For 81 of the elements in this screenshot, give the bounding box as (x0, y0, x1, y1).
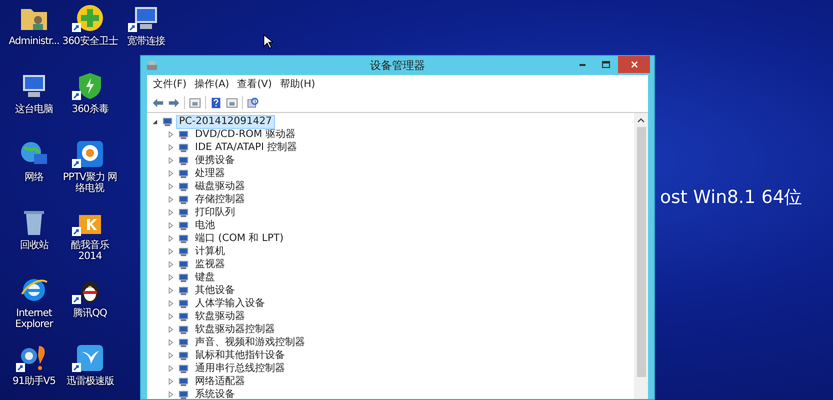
close-icon (630, 60, 638, 69)
tree-item[interactable]: 计算机 (192, 244, 228, 258)
properties-icon[interactable] (226, 96, 238, 108)
tree-item[interactable]: 打印队列 (192, 206, 238, 220)
desktop-icon-label: 宽带连接 (127, 36, 165, 47)
desktop-icon-label: 91助手V5 (12, 376, 56, 387)
device-icon (178, 363, 189, 374)
desktop-icon-label: 酷我音乐 2014 (71, 240, 109, 262)
desktop-icon-label: PPTV聚力 网 络电视 (62, 172, 118, 194)
device-icon (162, 116, 173, 127)
scrollbar-thumb[interactable] (636, 127, 646, 377)
desktop-icon-label: 迅雷极速版 (66, 376, 114, 387)
device-icon (178, 389, 189, 399)
tree-item[interactable]: 网络适配器 (192, 374, 248, 388)
menu-item[interactable]: 帮助(H) (278, 77, 318, 91)
desktop-icon-label: Internet Explorer (15, 308, 53, 330)
computer-icon (146, 60, 158, 72)
tree-item[interactable]: 端口 (COM 和 LPT) (192, 232, 287, 246)
tree-item[interactable]: PC-201412091427 (176, 114, 275, 128)
tree-item[interactable]: 鼠标和其他指针设备 (192, 348, 288, 362)
properties-icon[interactable] (189, 96, 201, 108)
tree-item[interactable]: 磁盘驱动器 (192, 180, 248, 194)
device-icon (178, 259, 189, 270)
tree-item[interactable]: 软盘驱动器 (192, 310, 248, 324)
forward-arrow-icon[interactable] (168, 96, 180, 108)
tree-item[interactable]: 监视器 (192, 258, 228, 272)
tree-item[interactable]: IDE ATA/ATAPI 控制器 (192, 140, 300, 154)
device-icon (178, 168, 189, 179)
expand-arrow-icon[interactable] (151, 118, 158, 125)
device-icon (178, 272, 189, 283)
desktop-icon-label: 腾讯QQ (73, 308, 107, 319)
tree-item[interactable]: 其他设备 (192, 284, 238, 298)
scrollbar[interactable] (634, 113, 648, 399)
tree-item[interactable]: 便携设备 (192, 154, 238, 168)
device-icon (178, 246, 189, 257)
device-icon (178, 324, 189, 335)
scan-icon[interactable] (247, 96, 259, 108)
desktop-icon-label: 360安全卫士 (62, 36, 118, 47)
tree-item[interactable]: 软盘驱动器控制器 (192, 322, 278, 336)
tree-item[interactable]: 电池 (192, 218, 218, 232)
tree-item[interactable]: 存储控制器 (192, 192, 248, 206)
tree-item[interactable]: 键盘 (192, 270, 218, 284)
device-icon (178, 181, 189, 192)
device-icon (178, 194, 189, 205)
device-icon (178, 285, 189, 296)
menu-item[interactable]: 操作(A) (192, 77, 232, 91)
help-icon[interactable] (210, 96, 222, 108)
tree-item[interactable]: DVD/CD-ROM 驱动器 (192, 128, 298, 142)
device-icon (178, 311, 189, 322)
desktop-icon-label: Administr... (8, 36, 60, 47)
wallpaper-text: ost Win8.1 64位 (660, 186, 802, 209)
desktop-icon-label: 网络 (24, 172, 44, 183)
device-icon (178, 129, 189, 140)
device-icon (178, 350, 189, 361)
plus-circle-icon[interactable] (74, 2, 106, 34)
menu-item[interactable]: 查看(V) (235, 77, 274, 91)
window-title: 设备管理器 (370, 58, 425, 73)
device-icon (178, 207, 189, 218)
desktop-icon-label: 回收站 (20, 240, 48, 251)
device-icon (178, 298, 189, 309)
close-button[interactable] (618, 56, 650, 73)
tree-item[interactable]: 声音、视频和游戏控制器 (192, 336, 308, 350)
desktop-icon-label: 这台电脑 (15, 104, 53, 115)
tree-item[interactable]: 处理器 (192, 166, 228, 180)
menu-item[interactable]: 文件(F) (151, 77, 189, 91)
device-icon (178, 337, 189, 348)
tree-item[interactable]: 系统设备 (192, 388, 238, 399)
tree-item[interactable]: 通用串行总线控制器 (192, 362, 288, 376)
back-arrow-icon[interactable] (152, 96, 164, 108)
mouse-pointer-icon (263, 34, 273, 49)
device-icon (178, 220, 189, 231)
maximize-icon (601, 60, 611, 70)
device-icon (178, 155, 189, 166)
scroll-up-icon[interactable] (637, 117, 645, 123)
tree-item[interactable]: 人体学输入设备 (192, 296, 268, 310)
minimize-icon (578, 64, 586, 66)
device-icon (178, 233, 189, 244)
desktop-icon-label: 360杀毒 (72, 104, 108, 115)
device-icon (178, 142, 189, 153)
bird-icon[interactable] (74, 342, 106, 374)
device-icon (178, 376, 189, 387)
